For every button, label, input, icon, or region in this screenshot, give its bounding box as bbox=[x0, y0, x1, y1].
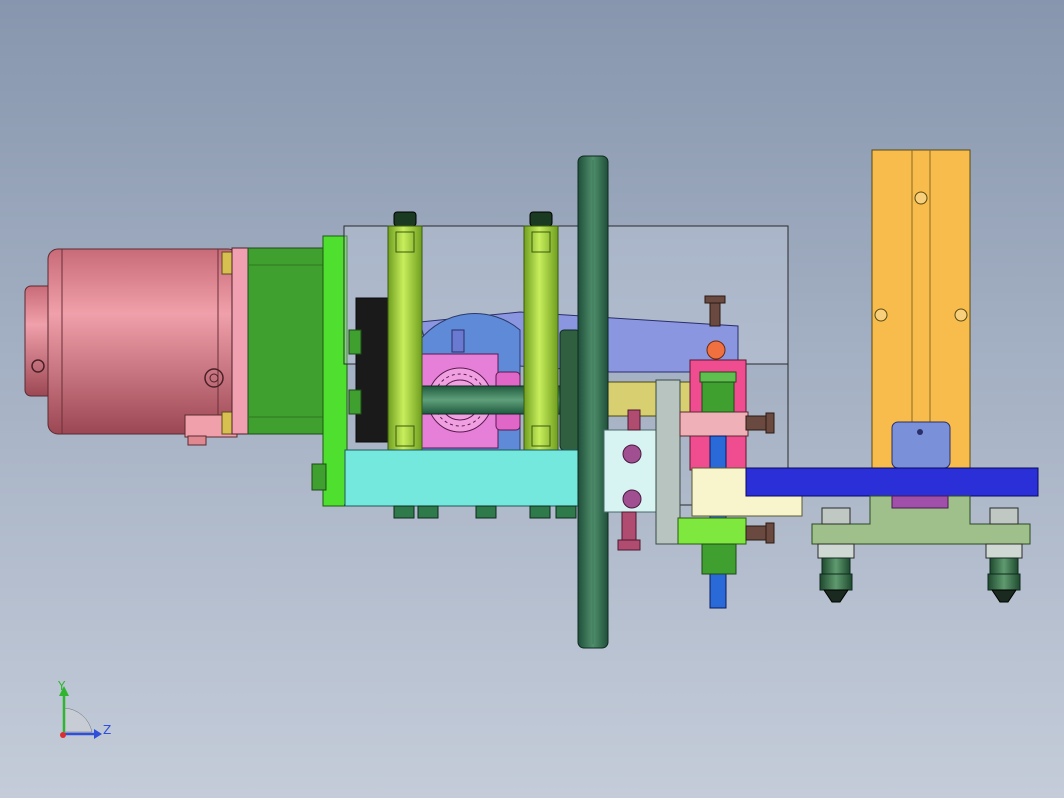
blue-cross-bar[interactable] bbox=[745, 467, 1039, 497]
vertical-column[interactable] bbox=[871, 149, 971, 473]
support-arm bbox=[655, 379, 681, 545]
base-block[interactable] bbox=[344, 449, 606, 519]
coordinate-triad: Y Z bbox=[57, 679, 111, 739]
y-axis-label: Y bbox=[57, 679, 66, 693]
gearbox[interactable] bbox=[231, 247, 327, 435]
guide-rod-right[interactable] bbox=[523, 211, 559, 453]
assembly-drawing: Y Z bbox=[24, 149, 1039, 739]
cad-viewport[interactable]: Y Z bbox=[0, 0, 1064, 798]
x-axis-dot bbox=[60, 732, 66, 738]
spacer-disc bbox=[559, 329, 581, 451]
z-axis-arrowhead bbox=[94, 729, 102, 739]
guide-rod-left[interactable] bbox=[387, 211, 423, 453]
vacuum-nozzle-right[interactable] bbox=[985, 507, 1023, 603]
vacuum-nozzle-left[interactable] bbox=[817, 507, 855, 603]
clamp-block[interactable] bbox=[603, 409, 661, 551]
z-axis-label: Z bbox=[103, 723, 111, 737]
motor[interactable] bbox=[24, 248, 239, 446]
cutting-disc[interactable] bbox=[577, 155, 609, 649]
